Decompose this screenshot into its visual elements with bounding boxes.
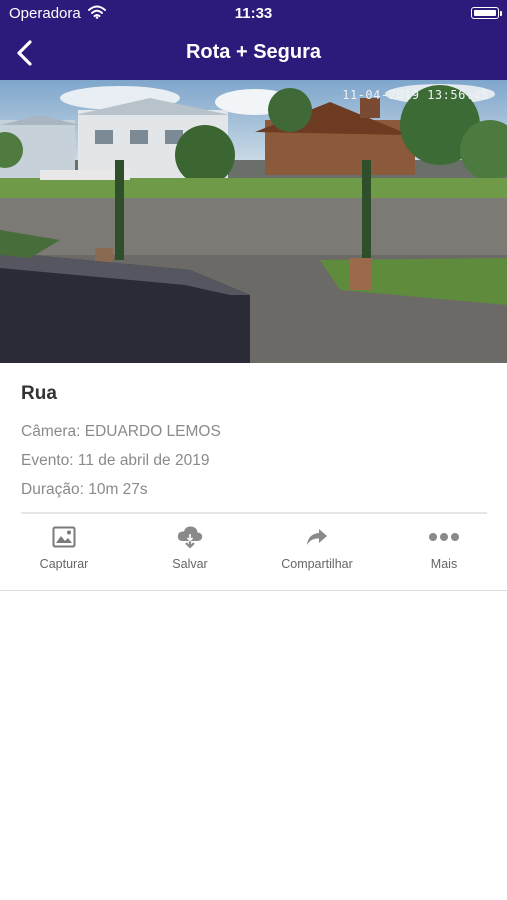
video-player[interactable]: 11-04-2019 13:56:45 — [0, 80, 507, 363]
image-icon — [9, 520, 119, 554]
more-label: Mais — [430, 557, 458, 571]
video-timestamp: 11-04-2019 13:56:45 — [342, 88, 489, 102]
action-bar: Capturar Salvar Compartilhar Mais — [0, 520, 507, 586]
event-duration: Duração: 10m 27s — [21, 481, 148, 498]
share-button[interactable]: Compartilhar — [262, 520, 372, 571]
camera-frame-image — [0, 80, 507, 363]
app-header: Operadora 11:33 Rota + Segura — [0, 0, 507, 80]
battery-icon — [471, 7, 502, 19]
event-name: Rua — [21, 383, 57, 404]
more-dots-icon — [389, 520, 499, 554]
share-arrow-icon — [262, 520, 372, 554]
section-separator — [0, 590, 507, 591]
event-details: Rua Câmera: EDUARDO LEMOS Evento: 11 de … — [21, 383, 491, 504]
share-label: Compartilhar — [281, 557, 353, 571]
capture-button[interactable]: Capturar — [9, 520, 119, 571]
event-date: Evento: 11 de abril de 2019 — [21, 452, 210, 469]
capture-label: Capturar — [39, 557, 89, 571]
cloud-download-icon — [135, 520, 245, 554]
clock: 11:33 — [234, 5, 273, 22]
more-button[interactable]: Mais — [389, 520, 499, 571]
divider — [21, 512, 487, 514]
status-bar: Operadora 11:33 — [0, 0, 507, 28]
save-label: Salvar — [172, 557, 208, 571]
save-button[interactable]: Salvar — [135, 520, 245, 571]
event-camera: Câmera: EDUARDO LEMOS — [21, 423, 221, 440]
page-title: Rota + Segura — [185, 41, 322, 63]
